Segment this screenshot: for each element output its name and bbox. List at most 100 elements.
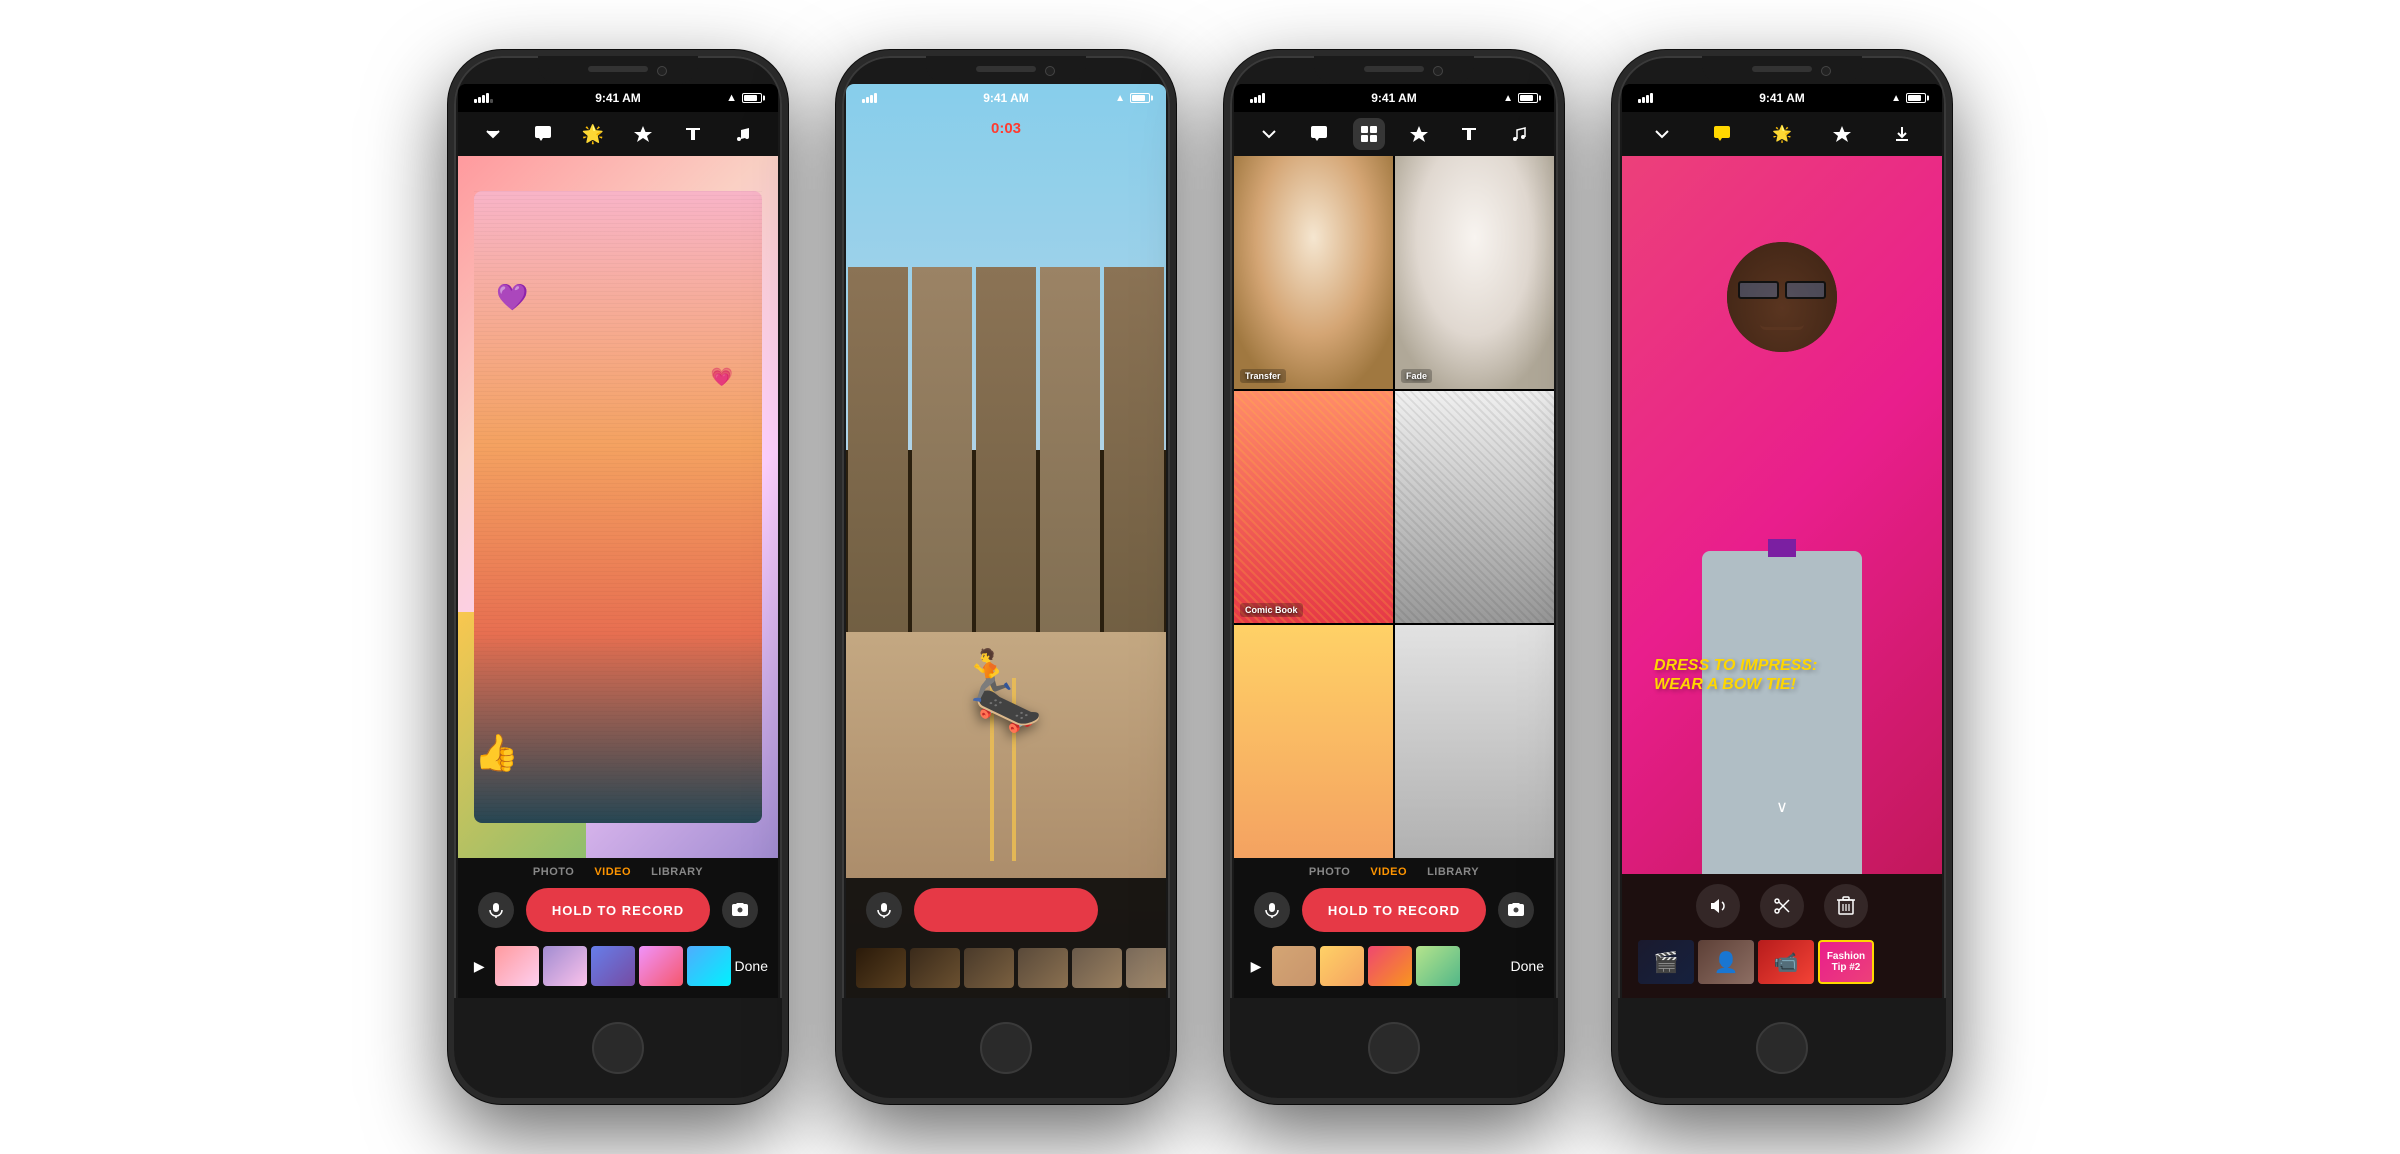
scissors-btn-4[interactable]	[1760, 884, 1804, 928]
t2-1	[856, 948, 906, 988]
filter-icon-3[interactable]	[1353, 118, 1385, 150]
skater-screen: 🛹 🏃 0:03 9:41 AM ▲	[846, 84, 1166, 998]
text-icon-3[interactable]	[1453, 118, 1485, 150]
status-time-1: 9:41 AM	[595, 91, 641, 105]
filter-grid-3: Transfer Fade Comic Book	[1234, 156, 1554, 858]
speech-bubble-icon-3[interactable]	[1303, 118, 1335, 150]
phone-2: 🛹 🏃 0:03 9:41 AM ▲	[836, 50, 1176, 1104]
battery-4	[1906, 93, 1926, 103]
camera-4	[1821, 66, 1831, 76]
speech-bubble-icon-4[interactable]	[1706, 118, 1738, 150]
done-label-1[interactable]: Done	[735, 958, 768, 974]
bar4	[486, 93, 489, 103]
volume-btn-4[interactable]	[1696, 884, 1740, 928]
battery-2	[1130, 93, 1150, 103]
record-btn-text-3: HOLD TO RECORD	[1328, 903, 1460, 918]
wifi-3: ▲	[1503, 93, 1513, 104]
sb4-1	[1638, 99, 1641, 103]
music-icon-1[interactable]	[727, 118, 759, 150]
record-btn-text-1: HOLD TO RECORD	[552, 903, 684, 918]
thumb-1-5	[687, 946, 731, 986]
status-bar-1: 9:41 AM ▲	[458, 84, 778, 112]
chevron-down-icon-1[interactable]	[477, 118, 509, 150]
status-bar-2: 9:41 AM ▲	[846, 84, 1166, 112]
star-icon-1[interactable]	[627, 118, 659, 150]
filter-cell-comic1[interactable]: Comic Book	[1234, 391, 1393, 624]
signal-bars-4	[1638, 93, 1653, 103]
home-btn-1[interactable]	[592, 1022, 644, 1074]
play-btn-1[interactable]: ▶	[468, 954, 491, 978]
clip-4-3[interactable]: 📹	[1758, 940, 1814, 984]
clip-4-1[interactable]: 🎬	[1638, 940, 1694, 984]
signal-bars-1	[474, 93, 493, 103]
filter-label-comic1: Comic Book	[1240, 603, 1303, 617]
chevron-down-icon-3[interactable]	[1253, 118, 1285, 150]
phone-3: 9:41 AM ▲	[1224, 50, 1564, 1104]
status-time-2: 9:41 AM	[983, 91, 1029, 105]
filter-cell-transfer[interactable]: Transfer	[1234, 156, 1393, 389]
play-btn-3[interactable]: ▶	[1244, 954, 1268, 978]
filter-6-overlay	[1395, 625, 1554, 858]
filter-cell-yellow[interactable]	[1234, 625, 1393, 858]
speaker-2	[976, 66, 1036, 72]
sticker-icon-1[interactable]: 🌟	[577, 118, 609, 150]
thumb-3-4	[1416, 946, 1460, 986]
filter-3-dots	[1234, 391, 1393, 624]
edit-row-4	[1638, 884, 1926, 928]
tab-video-1[interactable]: VIDEO	[594, 866, 631, 878]
battery-1	[742, 93, 762, 103]
phone-bottom-1	[454, 998, 782, 1098]
record-btn-3[interactable]: HOLD TO RECORD	[1302, 888, 1486, 932]
clip-thumb-3: 📹	[1758, 940, 1814, 984]
mic-btn-2[interactable]	[866, 892, 902, 928]
star-icon-3[interactable]	[1403, 118, 1435, 150]
phone-bottom-2	[842, 998, 1170, 1098]
filter-cell-sketch[interactable]	[1395, 625, 1554, 858]
heart-icon-4[interactable]: 🌟	[1766, 118, 1798, 150]
tab-video-3[interactable]: VIDEO	[1370, 866, 1407, 878]
camera-btn-1[interactable]	[722, 892, 758, 928]
thumb-1-3	[591, 946, 635, 986]
glasses	[1738, 281, 1826, 299]
tab-photo-3[interactable]: PHOTO	[1309, 866, 1350, 878]
mic-btn-1[interactable]	[478, 892, 514, 928]
tab-library-3[interactable]: LIBRARY	[1427, 866, 1479, 878]
speaker-4	[1752, 66, 1812, 72]
chevron-down-icon-4[interactable]	[1646, 118, 1678, 150]
main-content-1: 💜 💗 👍	[458, 156, 778, 858]
battery-fill-2	[1132, 95, 1145, 101]
home-btn-3[interactable]	[1368, 1022, 1420, 1074]
recording-progress-2[interactable]	[914, 888, 1098, 932]
tab-photo-1[interactable]: PHOTO	[533, 866, 574, 878]
t2-4	[1018, 948, 1068, 988]
music-icon-3[interactable]	[1503, 118, 1535, 150]
phones-container: 9:41 AM ▲ 🌟	[0, 10, 2400, 1144]
done-label-3[interactable]: Done	[1511, 958, 1544, 974]
tab-library-1[interactable]: LIBRARY	[651, 866, 703, 878]
thumb-3-1	[1272, 946, 1316, 986]
bar2	[478, 97, 481, 103]
clip-4-2[interactable]: 👤	[1698, 940, 1754, 984]
wifi-icon-1: ▲	[726, 92, 737, 104]
clip-4-4[interactable]: FashionTip #2	[1818, 940, 1874, 984]
phone-1: 9:41 AM ▲ 🌟	[448, 50, 788, 1104]
sb4-2	[1642, 97, 1645, 103]
home-btn-2[interactable]	[980, 1022, 1032, 1074]
filter-cell-bw[interactable]	[1395, 391, 1554, 624]
home-btn-4[interactable]	[1756, 1022, 1808, 1074]
star-icon-4[interactable]	[1826, 118, 1858, 150]
speech-bubble-icon-1[interactable]	[527, 118, 559, 150]
mode-tabs-1: PHOTO VIDEO LIBRARY	[458, 866, 778, 878]
camera-btn-3[interactable]	[1498, 892, 1534, 928]
text-icon-1[interactable]	[677, 118, 709, 150]
portrait-bg: DRESS TO IMPRESS:WEAR A BOW TIE! ∨	[1622, 156, 1942, 874]
timeline-strip-3: ▶ Done	[1234, 942, 1554, 990]
status-time-4: 9:41 AM	[1759, 91, 1805, 105]
filter-cell-fade[interactable]: Fade	[1395, 156, 1554, 389]
trash-btn-4[interactable]	[1824, 884, 1868, 928]
screen-4: 9:41 AM ▲ 🌟	[1622, 84, 1942, 998]
mic-btn-3[interactable]	[1254, 892, 1290, 928]
record-btn-1[interactable]: HOLD TO RECORD	[526, 888, 710, 932]
download-icon-4[interactable]	[1886, 118, 1918, 150]
speaker-1	[588, 66, 648, 72]
